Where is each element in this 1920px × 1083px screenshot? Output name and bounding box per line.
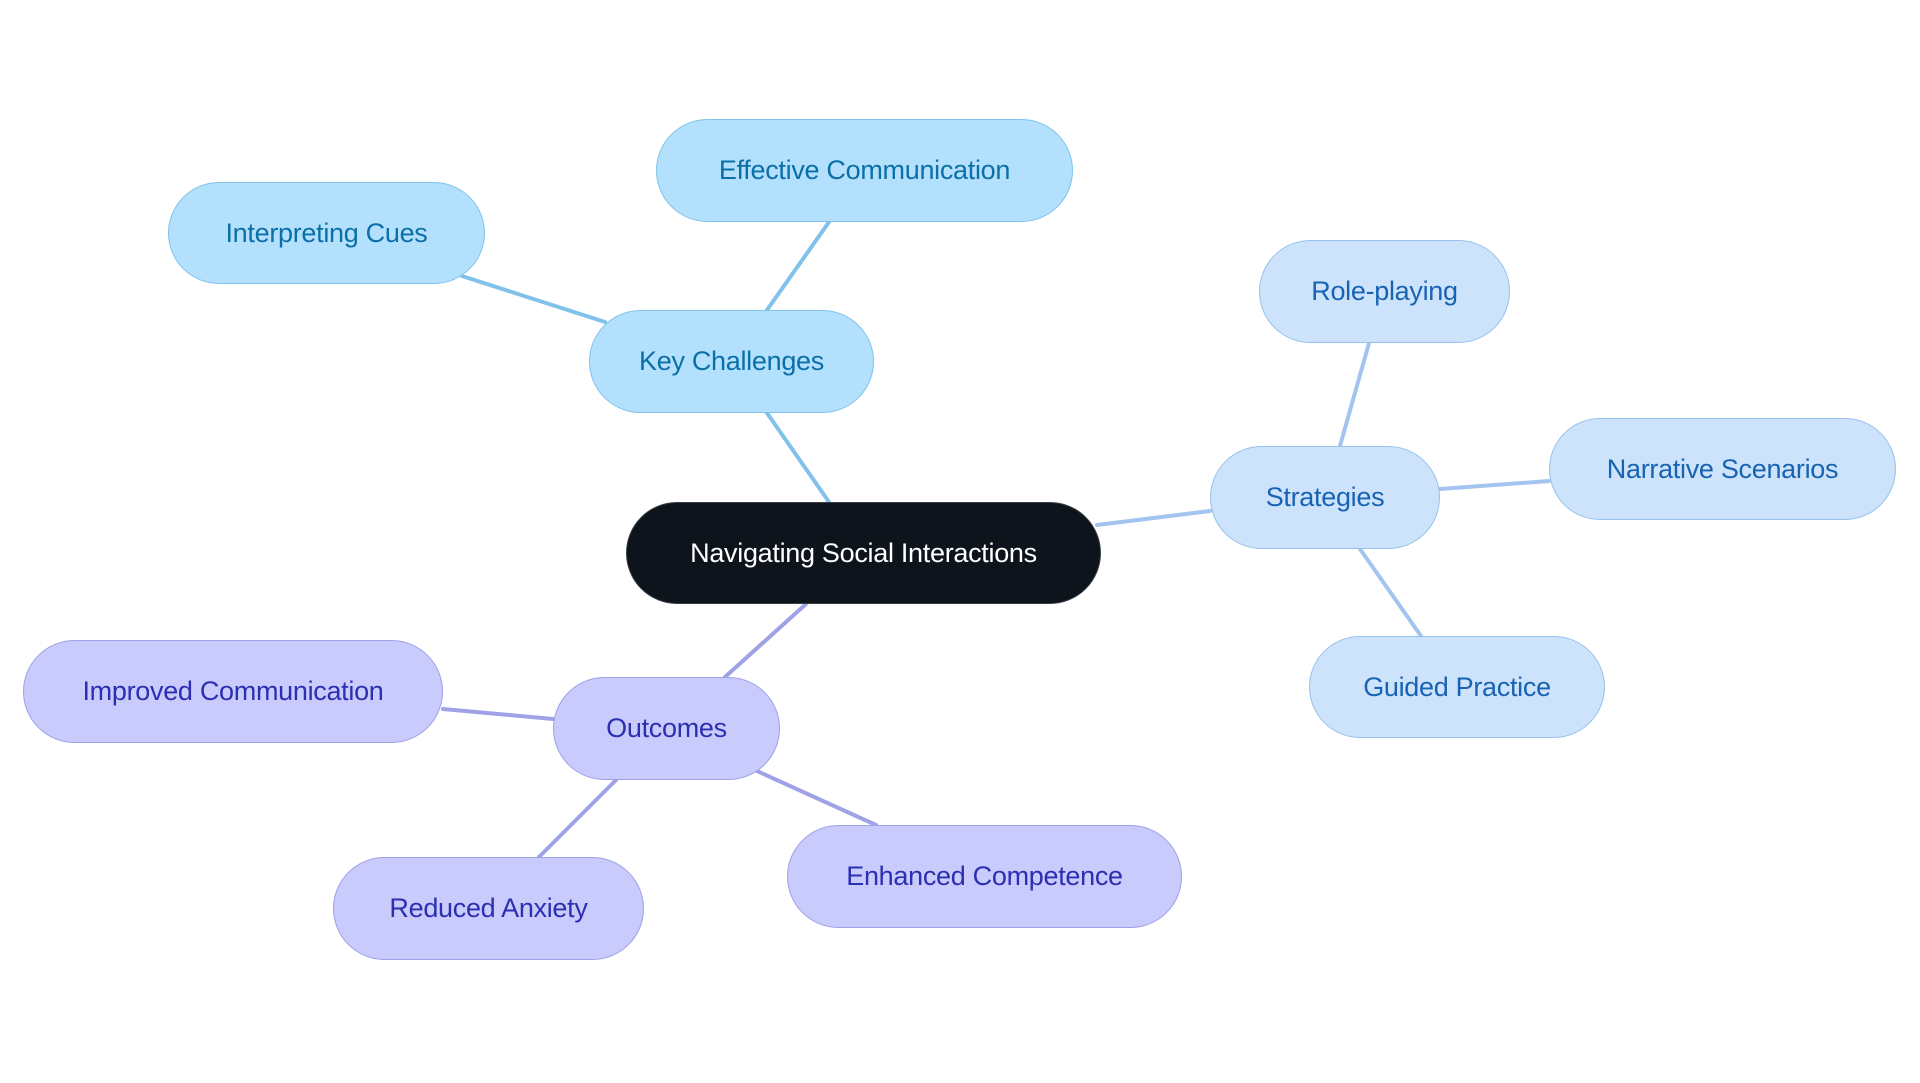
edge-key-challenges-to-interpreting-cues	[460, 274, 607, 324]
node-role-playing[interactable]: Role-playing	[1259, 240, 1510, 343]
node-interpreting-cues[interactable]: Interpreting Cues	[168, 182, 485, 284]
edge-root-to-strategies	[1095, 509, 1212, 527]
node-strategies[interactable]: Strategies	[1210, 446, 1440, 549]
edge-outcomes-to-improved-communication	[441, 707, 555, 721]
edge-strategies-to-guided-practice	[1358, 547, 1423, 638]
edge-strategies-to-narrative-scenarios	[1438, 479, 1551, 491]
node-enhanced-competence[interactable]: Enhanced Competence	[787, 825, 1182, 928]
edge-outcomes-to-enhanced-competence	[755, 769, 878, 827]
node-key-challenges[interactable]: Key Challenges	[589, 310, 874, 413]
node-reduced-anxiety[interactable]: Reduced Anxiety	[333, 857, 644, 960]
node-outcomes[interactable]: Outcomes	[553, 677, 780, 780]
edge-root-to-outcomes	[723, 602, 808, 679]
edge-outcomes-to-reduced-anxiety	[537, 778, 618, 859]
node-effective-communication[interactable]: Effective Communication	[656, 119, 1073, 222]
root-node[interactable]: Navigating Social Interactions	[626, 502, 1101, 604]
edge-key-challenges-to-effective-communication	[765, 220, 831, 312]
node-improved-communication[interactable]: Improved Communication	[23, 640, 443, 743]
edge-root-to-key-challenges	[765, 411, 831, 504]
node-narrative-scenarios[interactable]: Narrative Scenarios	[1549, 418, 1896, 520]
edge-strategies-to-role-playing	[1338, 341, 1371, 448]
node-guided-practice[interactable]: Guided Practice	[1309, 636, 1605, 738]
